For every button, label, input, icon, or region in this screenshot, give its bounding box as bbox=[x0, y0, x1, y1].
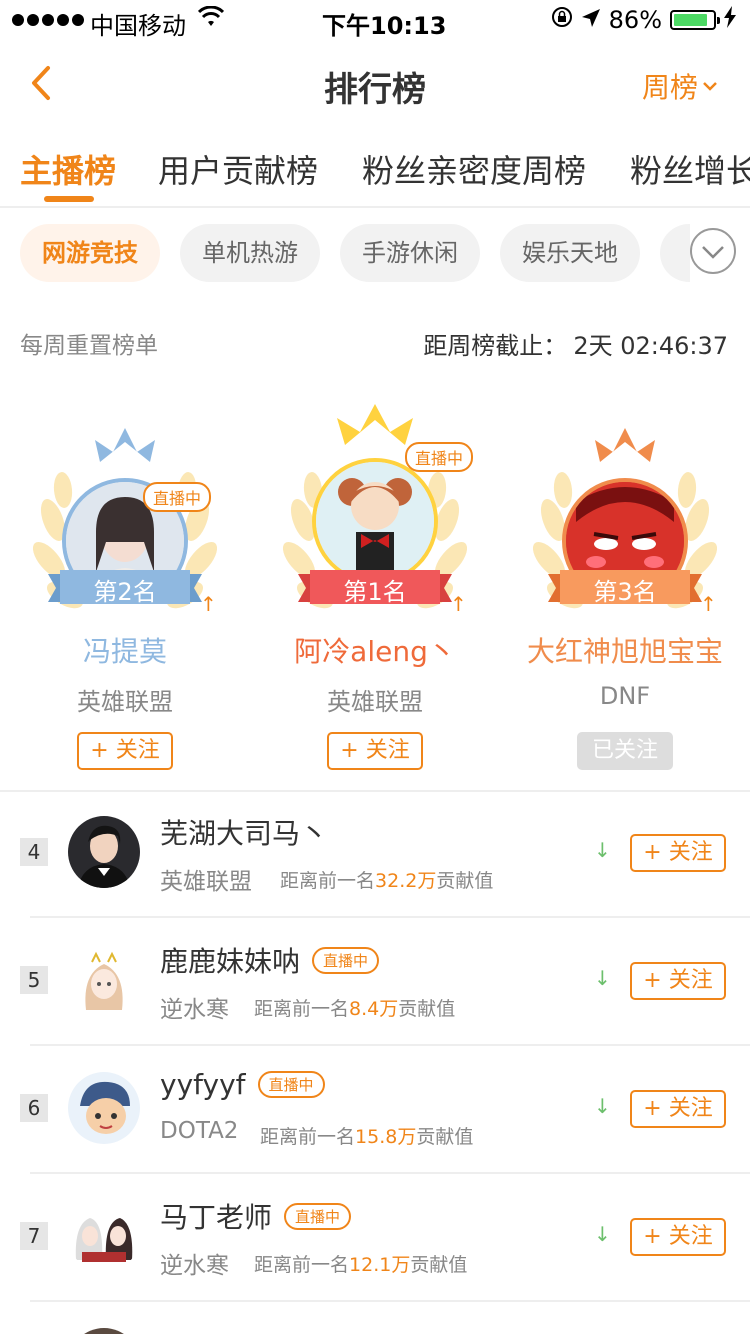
clock: 下午10:13 bbox=[322, 12, 447, 40]
tab-fan-growth[interactable]: 粉丝增长 bbox=[630, 146, 750, 192]
rank-label: 第3名 bbox=[593, 578, 657, 606]
follow-button[interactable]: + 关注 bbox=[630, 962, 726, 1000]
chevron-down-icon bbox=[703, 82, 717, 91]
live-badge: 直播中 bbox=[312, 946, 380, 974]
avatar[interactable] bbox=[68, 1328, 140, 1334]
chip-mobile-casual[interactable]: 手游休闲 bbox=[340, 224, 480, 282]
countdown-label: 距周榜截止： bbox=[423, 332, 568, 360]
rank-number: 4 bbox=[20, 838, 48, 866]
battery-icon bbox=[670, 10, 720, 30]
follow-button[interactable]: + 关注 bbox=[630, 1218, 726, 1256]
countdown-value: 2天 02:46:37 bbox=[573, 332, 728, 360]
ranking-row-partial[interactable] bbox=[0, 1302, 750, 1334]
wifi-icon bbox=[197, 5, 225, 34]
rank-number: 7 bbox=[20, 1222, 48, 1250]
trend-up-icon: ↑ bbox=[200, 592, 217, 616]
rotation-lock-icon bbox=[551, 6, 573, 34]
active-tab-indicator bbox=[44, 196, 94, 202]
anchor-game: 英雄联盟 bbox=[327, 688, 423, 716]
follow-button[interactable]: + 关注 bbox=[77, 732, 173, 770]
anchor-game: DOTA2 bbox=[160, 1118, 239, 1144]
anchor-name[interactable]: yyfyyf bbox=[160, 1068, 246, 1101]
anchor-game: 英雄联盟 bbox=[160, 869, 252, 895]
chip-online-games[interactable]: 网游竞技 bbox=[20, 224, 160, 282]
ranking-row[interactable]: 7 马丁老师 直播中 逆水寒 距离前一名12.1万贡献值 ↓ + 关注 bbox=[0, 1174, 750, 1302]
avatar[interactable] bbox=[68, 1200, 140, 1272]
gap-to-previous: 距离前一名12.1万贡献值 bbox=[254, 1254, 468, 1276]
rank-number: 6 bbox=[20, 1094, 48, 1122]
expand-categories-button[interactable] bbox=[690, 228, 736, 274]
ranking-row[interactable]: 6 yyfyyf 直播中 DOTA2 距离前一名15.8万贡献值 ↓ + 关注 bbox=[0, 1046, 750, 1174]
followed-button[interactable]: 已关注 bbox=[577, 732, 673, 770]
nav-bar: 排行榜 周榜 bbox=[0, 40, 750, 128]
chip-entertainment[interactable]: 娱乐天地 bbox=[500, 224, 640, 282]
location-arrow-icon bbox=[581, 6, 601, 34]
charging-icon bbox=[724, 6, 736, 34]
chevron-down-icon bbox=[702, 246, 724, 259]
anchor-name[interactable]: 马丁老师 bbox=[160, 1196, 272, 1236]
follow-button[interactable]: + 关注 bbox=[327, 732, 423, 770]
podium-rank-1[interactable]: 直播中 第1名 ↑ 阿冷aleng丶 英雄联盟 + 关注 bbox=[250, 380, 500, 770]
ranking-row[interactable]: 4 芜湖大司马丶 英雄联盟 距离前一名32.2万贡献值 ↓ + 关注 bbox=[0, 790, 750, 918]
anchor-name[interactable]: 冯提莫 bbox=[0, 630, 250, 670]
podium-rank-2[interactable]: 直播中 第2名 ↑ 冯提莫 英雄联盟 + 关注 bbox=[0, 400, 250, 780]
anchor-name[interactable]: 鹿鹿妹妹呐 bbox=[160, 940, 300, 980]
anchor-name[interactable]: 芜湖大司马丶 bbox=[160, 812, 328, 852]
period-label: 周榜 bbox=[641, 71, 698, 104]
rank-label: 第2名 bbox=[93, 578, 157, 606]
live-badge: 直播中 bbox=[143, 482, 212, 512]
tab-user-contribution[interactable]: 用户贡献榜 bbox=[158, 146, 318, 192]
podium-rank-3[interactable]: 第3名 ↑ 大红神旭旭宝宝 DNF 已关注 bbox=[500, 400, 750, 780]
trend-down-icon: ↓ bbox=[594, 1222, 611, 1246]
anchor-game: 逆水寒 bbox=[160, 997, 229, 1023]
rank-label: 第1名 bbox=[343, 578, 407, 606]
avatar[interactable] bbox=[68, 944, 140, 1016]
live-badge: 直播中 bbox=[257, 1071, 325, 1098]
countdown: 距周榜截止： 2天 02:46:37 bbox=[423, 326, 728, 361]
page-title: 排行榜 bbox=[324, 70, 426, 110]
anchor-game: 英雄联盟 bbox=[77, 688, 173, 716]
trend-up-icon: ↑ bbox=[450, 592, 467, 616]
trend-down-icon: ↓ bbox=[594, 1094, 611, 1118]
gap-to-previous: 距离前一名8.4万贡献值 bbox=[254, 998, 456, 1020]
gap-to-previous: 距离前一名15.8万贡献值 bbox=[260, 1126, 474, 1148]
ranking-row[interactable]: 5 鹿鹿妹妹呐 直播中 逆水寒 距离前一名8.4万贡献值 ↓ + 关注 bbox=[0, 918, 750, 1046]
anchor-name[interactable]: 阿冷aleng丶 bbox=[250, 630, 500, 670]
follow-button[interactable]: + 关注 bbox=[630, 1090, 726, 1128]
live-badge: 直播中 bbox=[284, 1202, 352, 1230]
live-badge: 直播中 bbox=[405, 442, 474, 472]
carrier-label: 中国移动 bbox=[90, 12, 186, 40]
anchor-game: DNF bbox=[599, 682, 651, 710]
period-dropdown[interactable]: 周榜 bbox=[642, 66, 718, 106]
rank-number: 5 bbox=[20, 966, 48, 994]
tab-anchor-ranking[interactable]: 主播榜 bbox=[20, 146, 116, 192]
signal-strength-icon bbox=[12, 14, 84, 26]
trend-up-icon: ↑ bbox=[700, 592, 717, 616]
anchor-name[interactable]: 大红神旭旭宝宝 bbox=[500, 630, 750, 670]
avatar[interactable] bbox=[68, 816, 140, 888]
avatar[interactable] bbox=[312, 458, 438, 584]
chip-more-partial[interactable] bbox=[660, 224, 690, 282]
status-bar: 中国移动 下午10:13 86% bbox=[0, 0, 750, 40]
anchor-game: 逆水寒 bbox=[160, 1253, 229, 1279]
ranking-tabs: 主播榜 用户贡献榜 粉丝亲密度周榜 粉丝增长 bbox=[0, 138, 750, 208]
avatar[interactable] bbox=[68, 1072, 140, 1144]
tab-fan-intimacy[interactable]: 粉丝亲密度周榜 bbox=[362, 146, 586, 192]
gap-to-previous: 距离前一名32.2万贡献值 bbox=[280, 870, 494, 892]
category-chips: 网游竞技 单机热游 手游休闲 娱乐天地 bbox=[0, 224, 750, 282]
chip-single-player[interactable]: 单机热游 bbox=[180, 224, 320, 282]
trend-down-icon: ↓ bbox=[594, 966, 611, 990]
follow-button[interactable]: + 关注 bbox=[630, 834, 726, 872]
trend-down-icon: ↓ bbox=[594, 838, 611, 862]
battery-percent: 86% bbox=[608, 6, 662, 34]
weekly-reset-note: 每周重置榜单 bbox=[20, 333, 158, 359]
